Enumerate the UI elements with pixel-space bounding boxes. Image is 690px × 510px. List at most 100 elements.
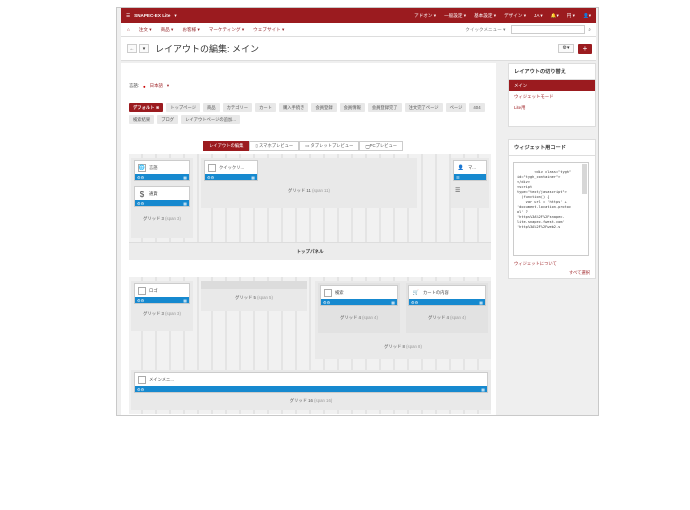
widget-quick-links[interactable]: クイックリ... ⚙⚙ ▦ <box>204 160 258 181</box>
tab-pages[interactable]: ページ <box>445 103 467 112</box>
widget-toolbar[interactable]: ⚙⚙ ▦ <box>205 174 257 180</box>
tab-tablet-preview[interactable]: ▭ タブレットプレビュー <box>299 141 360 151</box>
bell-icon[interactable]: 🔔▾ <box>551 13 559 19</box>
tab-products[interactable]: 商品 <box>203 103 220 112</box>
tab-categories[interactable]: カテゴリー <box>222 103 253 112</box>
delete-icon[interactable]: ▦ <box>481 387 485 392</box>
delete-icon[interactable]: ▦ <box>479 300 483 305</box>
switcher-title: レイアウトの切り替え <box>509 64 595 80</box>
brand[interactable]: ☰ SNAPEC-EX Lite ▾ <box>126 13 177 19</box>
gear-icon[interactable]: ⚙⚙ <box>137 175 144 180</box>
back-button[interactable]: ← <box>127 44 137 53</box>
tab-profile[interactable]: 会員情報 <box>339 103 365 112</box>
gear-icon[interactable]: ⚙⚙ <box>137 387 144 392</box>
quick-menu[interactable]: クイックメニュー ▾ <box>465 27 505 33</box>
grid-8-header[interactable]: 検索 ⚙⚙ ▦ グリッド 4 (span 4) 🛒 カートの内容 ⚙⚙ ▦ グリッド … <box>315 281 491 359</box>
tab-order-complete[interactable]: 注文完了ページ <box>404 103 443 112</box>
tab-phone-preview[interactable]: ▯ スマホプレビュー <box>249 141 300 151</box>
grid-5-header[interactable]: グリッド 5 (span 5) <box>201 281 307 311</box>
nav-orders[interactable]: 注文 ▾ <box>139 27 152 33</box>
widget-toolbar[interactable]: ⚙⚙ ▦ <box>321 299 397 305</box>
nav-products[interactable]: 商品 ▾ <box>161 27 174 33</box>
menu-general-settings[interactable]: 一般設定 ▾ <box>444 13 466 19</box>
menu-language[interactable]: JA ▾ <box>534 13 543 19</box>
tab-checkout[interactable]: 購入手続き <box>278 103 309 112</box>
header-container: ロゴ ⚙⚙ ▦ グリッド 3 (span 3) グリッド 5 (span 5) 検… <box>129 277 491 414</box>
grid-2-top[interactable]: 👤 マ... ☰ ☰ <box>451 158 489 208</box>
menu-icon[interactable]: ☰ <box>456 175 460 180</box>
user-icon[interactable]: 👤▾ <box>583 13 591 19</box>
delete-icon[interactable]: ▦ <box>251 175 255 180</box>
add-button[interactable]: + <box>578 43 592 54</box>
tab-pc-preview[interactable]: 🖵 PCプレビュー <box>359 141 404 151</box>
menu-design[interactable]: デザイン ▾ <box>504 13 526 19</box>
nav-website[interactable]: ウェブサイト ▾ <box>253 27 284 33</box>
tab-cart[interactable]: カート <box>255 103 276 112</box>
search-icon[interactable]: ⌕ <box>588 27 591 32</box>
language-label: 言語: <box>129 83 140 88</box>
widget-member[interactable]: 👤 マ... ☰ <box>453 160 487 181</box>
widget-search[interactable]: 検索 ⚙⚙ ▦ <box>320 285 398 306</box>
about-widgets-link[interactable]: ウィジェットについて <box>514 261 557 267</box>
widget-toolbar[interactable]: ☰ <box>454 174 486 180</box>
widget-toolbar[interactable]: ⚙⚙ ▦ <box>135 174 189 180</box>
widget-language[interactable]: 🌐 言語 ⚙⚙ ▦ <box>134 160 190 181</box>
globe-icon: 🌐 <box>138 164 146 172</box>
gear-icon[interactable]: ⚙⚙ <box>137 201 144 206</box>
dollar-icon: $ <box>138 189 146 199</box>
search-input[interactable] <box>511 25 586 34</box>
widget-currency[interactable]: $ 通貨 ⚙⚙ ▦ <box>134 186 190 207</box>
layout-item-widget-mode[interactable]: ウィジェットモード <box>509 91 595 102</box>
tab-404[interactable]: 404 <box>469 103 485 112</box>
grid-16-header[interactable]: メインメニ... ⚙⚙ ▦ グリッド 16 (span 16) <box>131 370 491 410</box>
language-selector[interactable]: 言語: ● 日本語 ▾ <box>129 83 169 89</box>
history-dropdown[interactable]: ▾ <box>139 44 149 53</box>
gear-icon[interactable]: ⚙⚙ <box>323 300 330 305</box>
grid-3-top[interactable]: 🌐 言語 ⚙⚙ ▦ $ 通貨 ⚙⚙ ▦ グリッド 3 (span 3) <box>131 158 193 238</box>
menu-basic-settings[interactable]: 基本設定 ▾ <box>474 13 496 19</box>
delete-icon[interactable]: ▦ <box>183 175 187 180</box>
layout-item-main[interactable]: メイン <box>509 80 595 91</box>
tab-top-page[interactable]: トップページ <box>166 103 200 112</box>
tab-search-results[interactable]: 検索結果 <box>129 115 155 124</box>
top-panel-bar[interactable]: トップパネル <box>129 242 491 260</box>
delete-icon[interactable]: ▦ <box>391 300 395 305</box>
grid-4-cart[interactable]: 🛒 カートの内容 ⚙⚙ ▦ グリッド 4 (span 4) <box>406 283 488 333</box>
blank-icon <box>138 287 146 295</box>
widget-toolbar[interactable]: ⚙⚙ ▦ <box>135 200 189 206</box>
close-icon[interactable]: ⊗ <box>156 105 160 111</box>
widget-main-menu[interactable]: メインメニ... ⚙⚙ ▦ <box>134 372 488 393</box>
tab-edit-layout[interactable]: レイアウトの編集 <box>203 141 250 151</box>
user-icon: 👤 <box>457 164 465 172</box>
tab-default[interactable]: デフォルト ⊗ <box>129 103 164 112</box>
widget-toolbar[interactable]: ⚙⚙ ▦ <box>409 299 485 305</box>
add-layout-page[interactable]: レイアウトページの追加... <box>181 115 240 124</box>
layout-item-lite[interactable]: Lite用 <box>509 102 595 113</box>
delete-icon[interactable]: ▦ <box>183 298 187 303</box>
menu-addons[interactable]: アドオン ▾ <box>414 13 436 19</box>
scrollbar[interactable] <box>582 164 587 194</box>
home-icon[interactable]: ⌂ <box>127 27 130 32</box>
gear-icon[interactable]: ⚙⚙ <box>137 298 144 303</box>
tab-registration-complete[interactable]: 会員登録完了 <box>367 103 402 112</box>
widget-code-textarea[interactable]: <div class="tygh" id="tygh_container"> <… <box>513 162 589 256</box>
select-all-link[interactable]: すべて選択 <box>569 270 590 276</box>
grid-3-header[interactable]: ロゴ ⚙⚙ ▦ グリッド 3 (span 3) <box>131 281 193 331</box>
grid-4-search[interactable]: 検索 ⚙⚙ ▦ グリッド 4 (span 4) <box>318 283 400 333</box>
widget-cart-content[interactable]: 🛒 カートの内容 ⚙⚙ ▦ <box>408 285 486 306</box>
widget-toolbar[interactable]: ⚙⚙ ▦ <box>135 386 487 392</box>
nav-customers[interactable]: お客様 ▾ <box>182 27 199 33</box>
tab-blog[interactable]: ブログ <box>157 115 179 124</box>
delete-icon[interactable]: ▦ <box>183 201 187 206</box>
widget-logo[interactable]: ロゴ ⚙⚙ ▦ <box>134 283 190 304</box>
gear-icon[interactable]: ⚙▾ <box>558 43 574 53</box>
gear-icon[interactable]: ⚙⚙ <box>207 175 214 180</box>
menu-currency[interactable]: 円 ▾ <box>567 13 575 19</box>
gear-icon[interactable]: ⚙⚙ <box>411 300 418 305</box>
nav-marketing[interactable]: マーケティング ▾ <box>209 27 244 33</box>
tab-registration[interactable]: 会員登録 <box>311 103 337 112</box>
grid-11-top[interactable]: クイックリ... ⚙⚙ ▦ グリッド 11 (span 11) <box>201 158 417 208</box>
menu-icon[interactable]: ☰ <box>126 13 130 19</box>
menu-icon[interactable]: ☰ <box>455 187 460 194</box>
widget-toolbar[interactable]: ⚙⚙ ▦ <box>135 297 189 303</box>
